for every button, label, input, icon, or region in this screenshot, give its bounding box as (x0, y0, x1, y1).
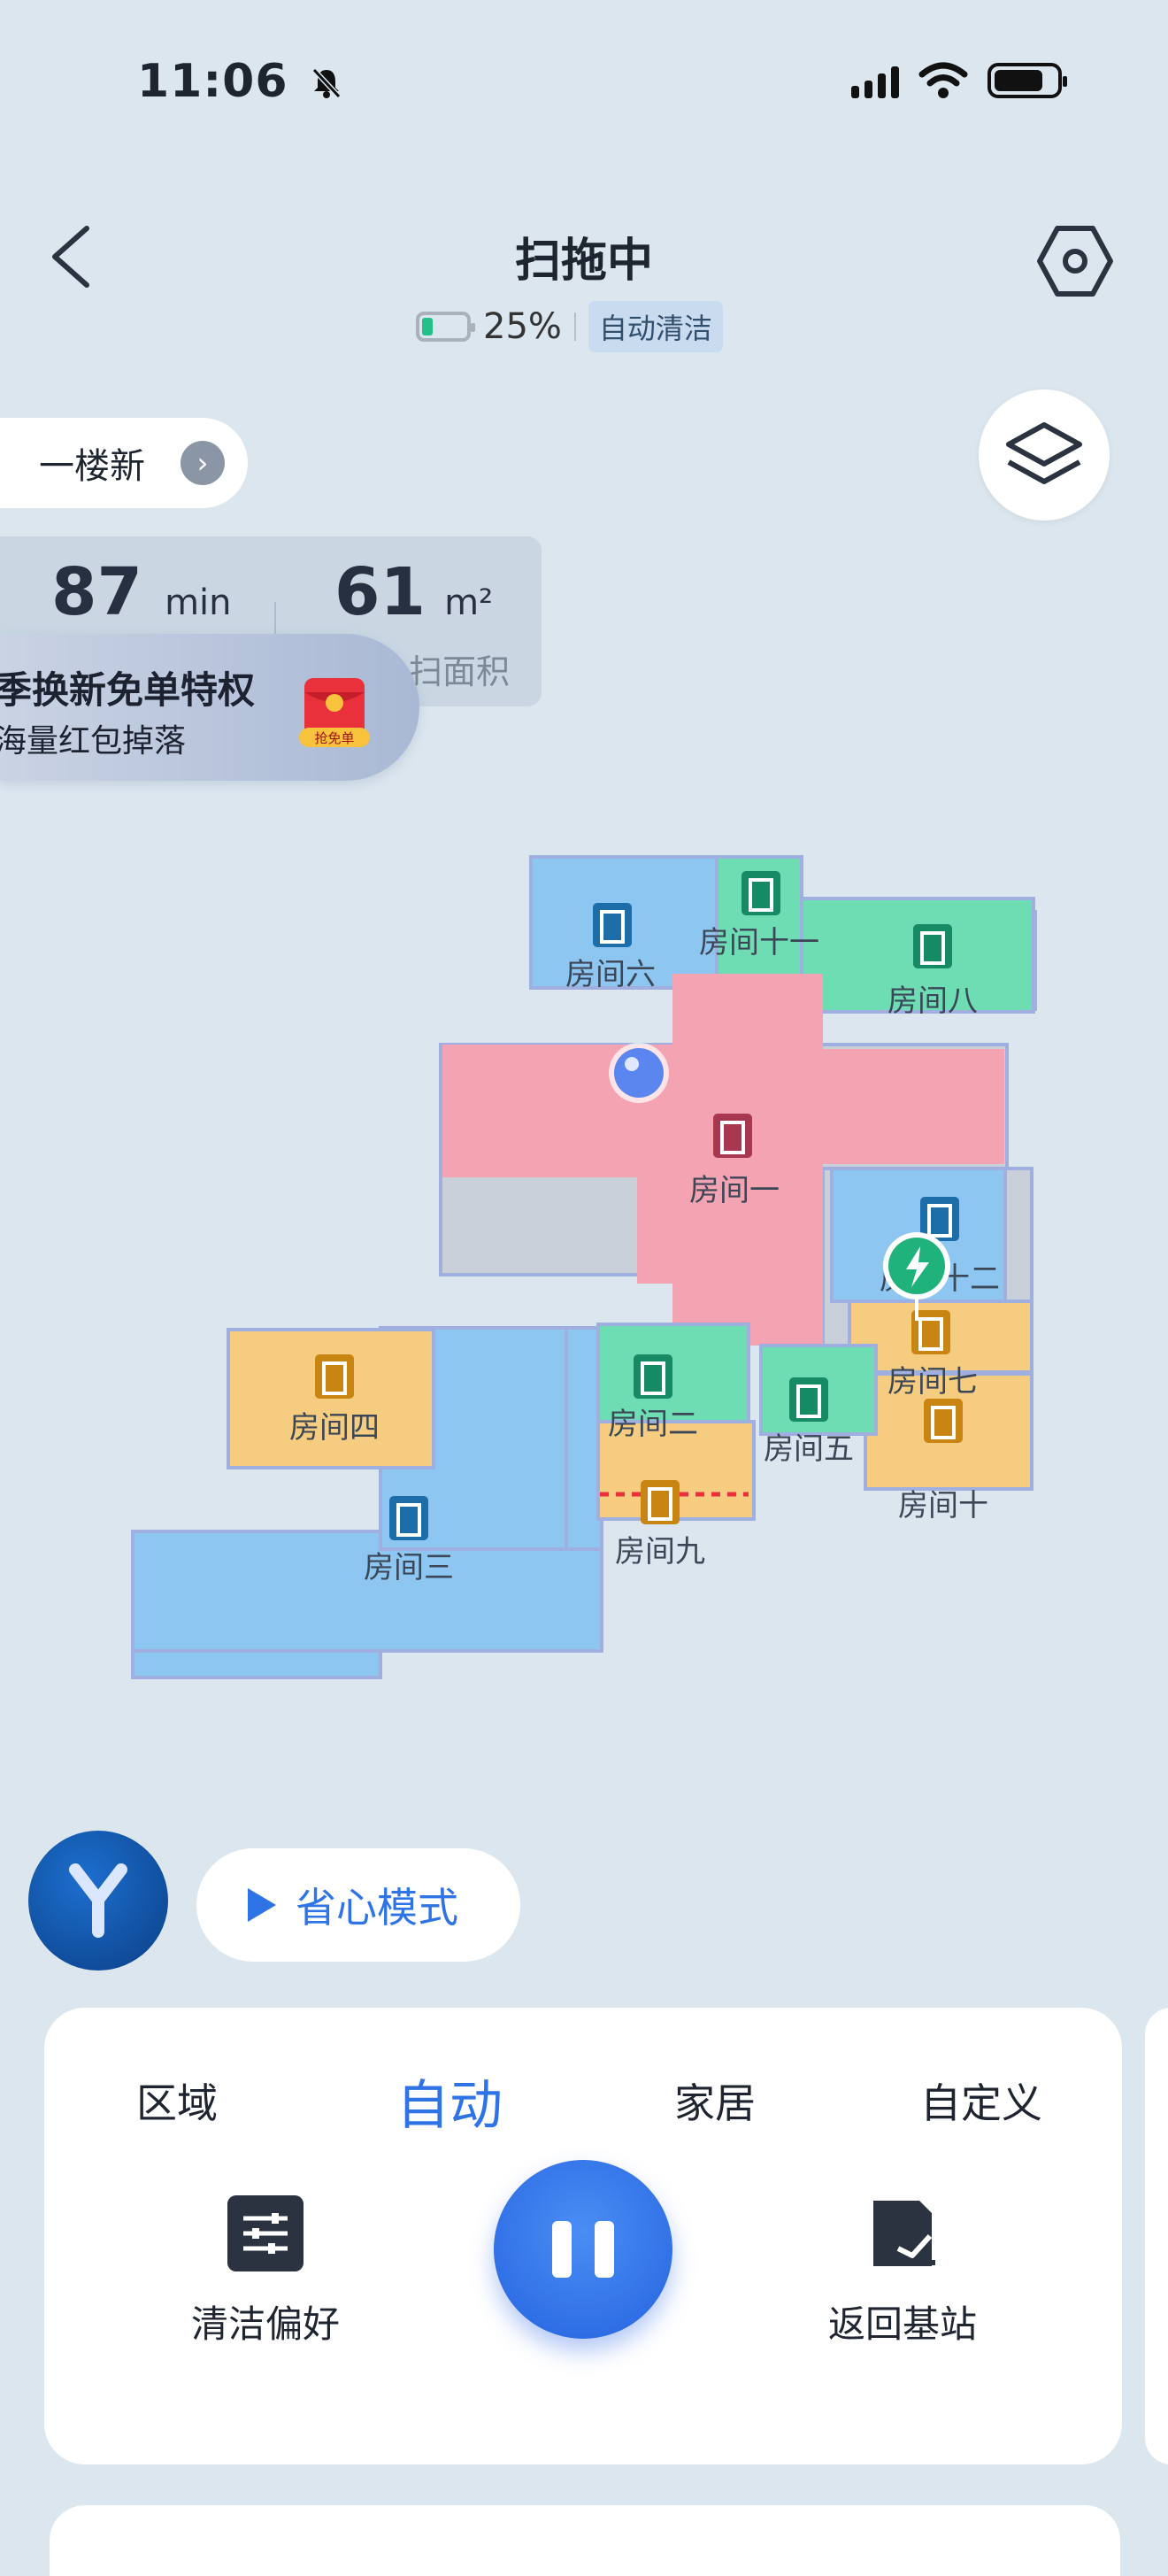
robot-battery-icon (416, 312, 475, 342)
room-label: 房间五 (764, 1431, 854, 1467)
area-unit: m² (444, 582, 494, 623)
room-label: 房间四 (289, 1410, 380, 1446)
promo-subtitle: 海量红包掉落 (0, 723, 187, 760)
tab-region[interactable]: 区域 (136, 2071, 218, 2130)
tab-custom[interactable]: 自定义 (920, 2071, 1042, 2130)
door-icon (641, 1480, 680, 1524)
battery-percent: 25% (483, 306, 562, 347)
next-card-edge (1145, 2008, 1168, 2464)
settings-button[interactable] (1035, 221, 1115, 301)
battery-icon (987, 63, 1067, 98)
return-to-dock-button[interactable]: 返回基站 (814, 2195, 991, 2348)
door-icon (924, 1399, 963, 1443)
return-dock-icon (873, 2201, 935, 2266)
door-icon (713, 1114, 752, 1158)
mode-tag: 自动清洁 (588, 301, 723, 352)
door-icon (593, 903, 632, 947)
chevron-right-icon: › (181, 441, 225, 485)
floor-name: 一楼新 (39, 446, 145, 487)
room-label: 房间三 (364, 1550, 454, 1585)
promo-title: 季换新免单特权 (0, 668, 256, 712)
layers-icon (1006, 422, 1082, 484)
room-label: 房间九 (615, 1534, 705, 1570)
door-icon (742, 871, 780, 915)
room-label: 房间一 (689, 1173, 780, 1208)
return-dock-label: 返回基站 (827, 2302, 977, 2346)
door-icon (789, 1377, 828, 1422)
area-stat: 61 m² (334, 554, 493, 630)
wifi-icon (918, 62, 968, 98)
play-icon (248, 1888, 276, 1922)
robot-position-marker (609, 1043, 669, 1103)
bell-off-icon (311, 67, 341, 99)
map-layers-button[interactable] (979, 389, 1110, 521)
tab-home[interactable]: 家居 (674, 2071, 756, 2130)
cellular-signal-icon (851, 63, 899, 98)
page-title: 扫拖中 (514, 235, 653, 288)
mode-button[interactable]: 省心模式 (196, 1848, 520, 1962)
area-label: 扫面积 (409, 652, 511, 691)
status-time: 11:06 (137, 55, 344, 108)
divider (573, 312, 576, 341)
area-value: 61 (334, 554, 426, 630)
tab-auto[interactable]: 自动 (396, 2063, 503, 2140)
status-icons (851, 62, 1067, 99)
brand-logo-icon (69, 1863, 127, 1938)
time-stat: 87 min (51, 554, 232, 630)
assistant-button[interactable] (28, 1831, 168, 1971)
mode-button-label: 省心模式 (296, 1884, 458, 1932)
floor-selector[interactable]: 一楼新 › (0, 418, 248, 508)
promo-badge: 抢免单 (314, 730, 354, 746)
room-label: 房间七 (888, 1364, 978, 1400)
pause-button[interactable] (494, 2160, 672, 2339)
pause-icon-bar (552, 2221, 572, 2278)
room-label: 房间二 (608, 1407, 698, 1442)
status-line: 25% 自动清洁 (416, 301, 723, 352)
pause-icon-bar (595, 2221, 614, 2278)
door-icon (315, 1354, 354, 1399)
room-label: 房间六 (565, 957, 656, 992)
clean-preference-button[interactable]: 清洁偏好 (188, 2195, 343, 2348)
door-icon (913, 924, 952, 968)
secondary-panel (50, 2505, 1120, 2576)
cleaning-map[interactable]: 房间一 房间二 房间三 房间四 房间五 房间六 房间七 房间八 房间九 房间十 … (0, 832, 1168, 1717)
room-label: 房间十一 (699, 925, 819, 960)
time-value: 87 (51, 554, 142, 630)
time-unit: min (165, 582, 232, 623)
clean-preference-label: 清洁偏好 (190, 2302, 340, 2346)
room-label: 房间十 (898, 1488, 988, 1523)
room-label: 房间八 (888, 983, 978, 1019)
red-envelope-icon: 抢免单 (299, 678, 370, 747)
sliders-icon (227, 2195, 304, 2271)
door-icon (389, 1496, 428, 1540)
door-icon (634, 1354, 672, 1399)
